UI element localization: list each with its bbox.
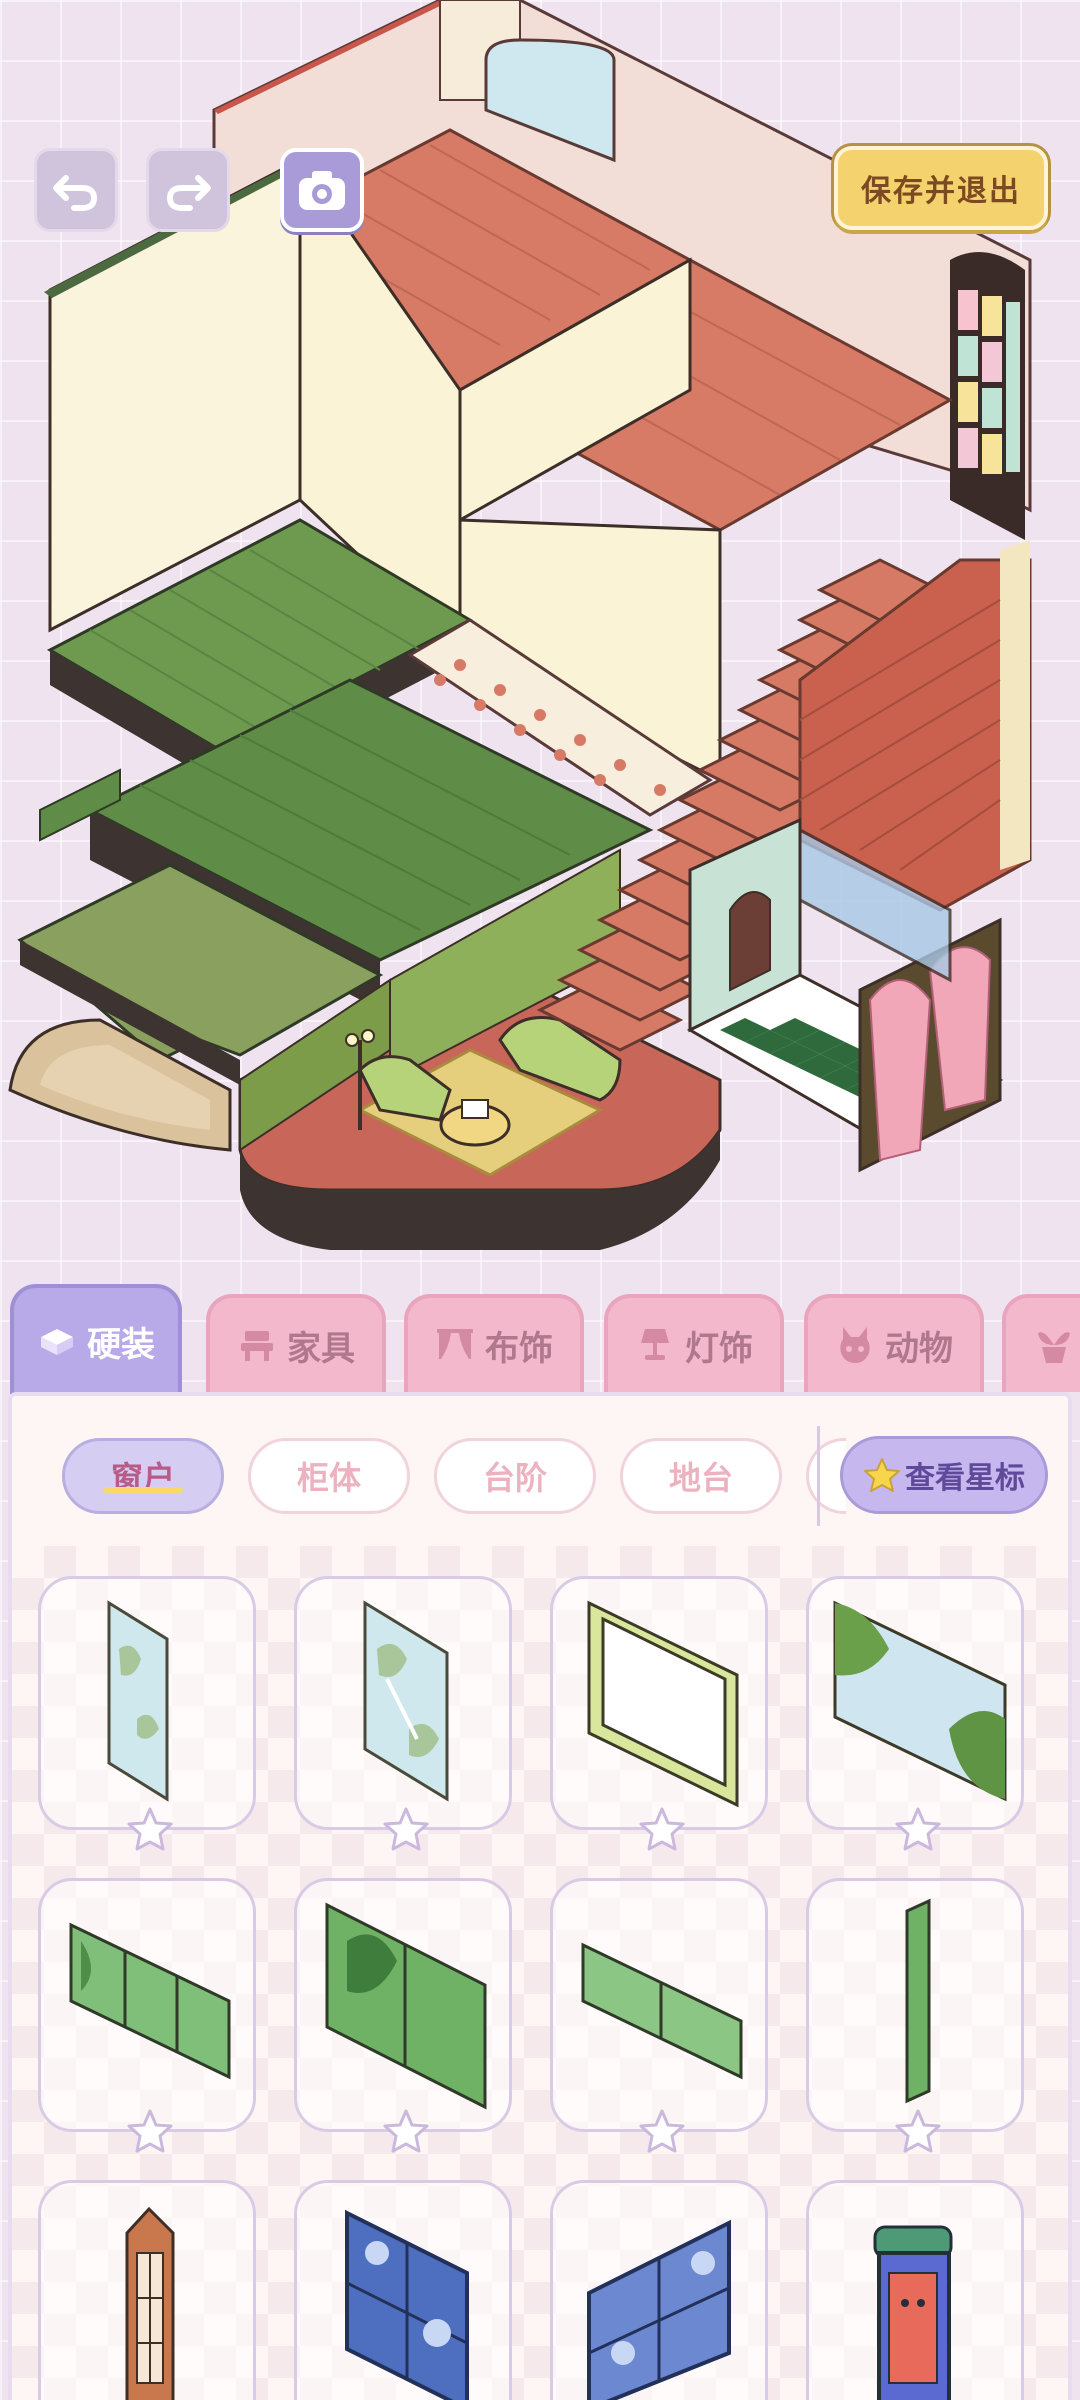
window-thumbnail — [833, 1600, 1007, 1802]
item-grid — [12, 1546, 1068, 2400]
save-and-exit-button[interactable]: 保存并退出 — [834, 146, 1048, 230]
item-panel: 窗户 柜体 台阶 地台 查看星标 — [8, 1392, 1072, 2400]
tab-animal[interactable]: 动物 — [804, 1294, 984, 1392]
item-card[interactable] — [38, 1878, 256, 2153]
window-thumbnail — [107, 1600, 169, 1802]
curtain-icon — [437, 1329, 473, 1359]
redo-button[interactable] — [146, 148, 230, 232]
star-outline-icon[interactable] — [893, 1805, 943, 1855]
tab-lamp[interactable]: 灯饰 — [604, 1294, 784, 1392]
view-starred-label: 查看星标 — [905, 1461, 1025, 1496]
star-outline-icon[interactable] — [125, 2107, 175, 2157]
animal-icon — [840, 1327, 870, 1363]
divider — [817, 1426, 820, 1526]
item-card[interactable] — [550, 1576, 768, 1851]
item-card[interactable] — [550, 2180, 768, 2400]
star-outline-icon[interactable] — [637, 1805, 687, 1855]
tab-curtain[interactable]: 布饰 — [404, 1294, 584, 1392]
window-thumbnail — [325, 1902, 487, 2110]
star-outline-icon[interactable] — [893, 2107, 943, 2157]
window-thumbnail — [587, 2219, 731, 2400]
window-thumbnail — [125, 2206, 175, 2400]
item-card[interactable] — [806, 2180, 1024, 2400]
tab-plant[interactable] — [1002, 1294, 1080, 1392]
lamp-icon — [641, 1329, 669, 1360]
item-card[interactable] — [806, 1576, 1024, 1851]
subtab-steps[interactable]: 台阶 — [434, 1438, 596, 1514]
item-card[interactable] — [806, 1878, 1024, 2153]
window-thumbnail — [581, 1942, 743, 2080]
star-outline-icon[interactable] — [381, 2107, 431, 2157]
furniture-icon — [241, 1331, 273, 1361]
redo-icon — [166, 175, 211, 211]
tab-label: 动物 — [885, 1328, 953, 1369]
subtab-label: 窗户 — [110, 1459, 175, 1497]
item-card[interactable] — [294, 1576, 512, 1851]
tab-label: 家具 — [287, 1328, 355, 1369]
tab-label: 布饰 — [485, 1328, 553, 1369]
item-card[interactable] — [38, 2180, 256, 2400]
window-thumbnail — [345, 2209, 469, 2400]
window-thumbnail — [905, 1898, 931, 2104]
tab-furniture[interactable]: 家具 — [206, 1294, 386, 1392]
star-icon — [864, 1458, 900, 1492]
tab-label: 硬装 — [87, 1324, 155, 1365]
hardware-icon — [41, 1329, 73, 1355]
subtab-label: 台阶 — [482, 1459, 547, 1497]
camera-icon — [299, 171, 345, 210]
subtab-platforms[interactable]: 地台 — [620, 1438, 782, 1514]
subcategory-bar: 窗户 柜体 台阶 地台 查看星标 — [12, 1396, 1068, 1546]
tab-hardware[interactable]: 硬装 — [10, 1284, 182, 1394]
star-outline-icon[interactable] — [381, 1805, 431, 1855]
subtab-windows[interactable]: 窗户 — [62, 1438, 224, 1514]
item-card[interactable] — [294, 2180, 512, 2400]
item-card[interactable] — [38, 1576, 256, 1851]
plant-icon — [1038, 1332, 1070, 1363]
undo-icon — [53, 175, 98, 211]
window-thumbnail — [69, 1922, 231, 2080]
category-tabs: 硬装 家具 布饰 灯饰 动物 — [0, 1282, 1080, 1394]
star-outline-icon[interactable] — [125, 1805, 175, 1855]
view-starred-button[interactable]: 查看星标 — [840, 1436, 1048, 1514]
item-card[interactable] — [294, 1878, 512, 2153]
window-thumbnail — [873, 2225, 953, 2400]
subtab-label: 柜体 — [296, 1459, 361, 1497]
window-thumbnail — [363, 1600, 449, 1802]
camera-button[interactable] — [280, 148, 364, 232]
star-outline-icon[interactable] — [637, 2107, 687, 2157]
subtab-cabinets[interactable]: 柜体 — [248, 1438, 410, 1514]
undo-button[interactable] — [34, 148, 118, 232]
tab-label: 灯饰 — [685, 1328, 753, 1369]
subtab-label: 地台 — [668, 1459, 733, 1497]
window-thumbnail — [587, 1600, 739, 1808]
item-card[interactable] — [550, 1878, 768, 2153]
